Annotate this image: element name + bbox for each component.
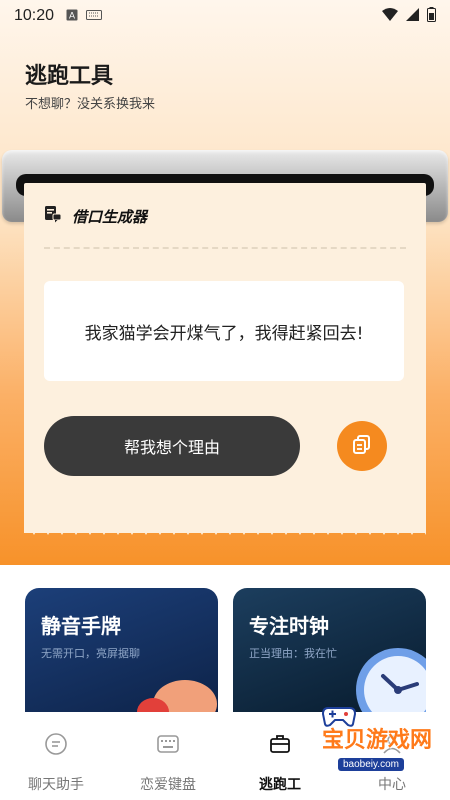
generate-excuse-label: 帮我想个理由 — [123, 438, 220, 457]
tab-love-keyboard[interactable]: 恋爱键盘 — [123, 732, 213, 794]
document-chat-icon — [44, 205, 62, 227]
watermark-logo: 宝贝游戏网 baobeiy.com — [300, 700, 450, 782]
generator-header: 借口生成器 — [44, 205, 147, 227]
watermark-text: 宝贝游戏网 — [322, 728, 433, 753]
wifi-icon — [382, 7, 398, 25]
keyboard-status-icon — [86, 9, 103, 23]
tab-chat-assistant[interactable]: 聊天助手 — [11, 732, 101, 794]
status-bar: 10:20 A — [0, 0, 450, 32]
focus-card-title: 专注时钟 — [249, 614, 329, 638]
silent-card-title: 静音手牌 — [41, 614, 121, 638]
briefcase-icon — [268, 732, 292, 760]
copy-icon — [351, 433, 373, 459]
copy-button[interactable] — [337, 421, 387, 471]
silent-card-subtitle: 无需开口，亮屏据聊 — [41, 647, 140, 660]
page-subtitle: 不想聊？没关系换我来 — [25, 97, 156, 112]
signal-icon — [406, 7, 419, 25]
tab-label: 恋爱键盘 — [140, 777, 196, 793]
watermark-url: baobeiy.com — [338, 758, 404, 771]
generate-excuse-button[interactable]: 帮我想个理由 — [44, 416, 300, 476]
focus-clock-card[interactable]: 专注时钟 正当理由：我在忙 — [233, 588, 426, 718]
status-time: 10:20 — [14, 7, 55, 24]
silent-card[interactable]: 静音手牌 无需开口，亮屏据聊 — [25, 588, 218, 718]
excuse-generator-card: 借口生成器 我家猫学会开煤气了，我得赶紧回去! 帮我想个理由 — [24, 183, 426, 533]
chat-icon — [44, 732, 68, 760]
svg-text:A: A — [69, 10, 75, 20]
paper-torn-edge — [24, 515, 426, 535]
excuse-text: 我家猫学会开煤气了，我得赶紧回去! — [44, 281, 404, 381]
dashed-divider — [44, 247, 406, 249]
generator-title: 借口生成器 — [72, 207, 148, 226]
tab-label: 聊天助手 — [28, 777, 84, 793]
keyboard-icon — [156, 732, 180, 760]
tab-label: 逃跑工 — [259, 777, 301, 793]
battery-icon — [427, 6, 436, 26]
focus-card-subtitle: 正当理由：我在忙 — [249, 647, 337, 660]
page-title: 逃跑工具 — [25, 64, 114, 89]
notification-a-icon: A — [66, 9, 78, 24]
